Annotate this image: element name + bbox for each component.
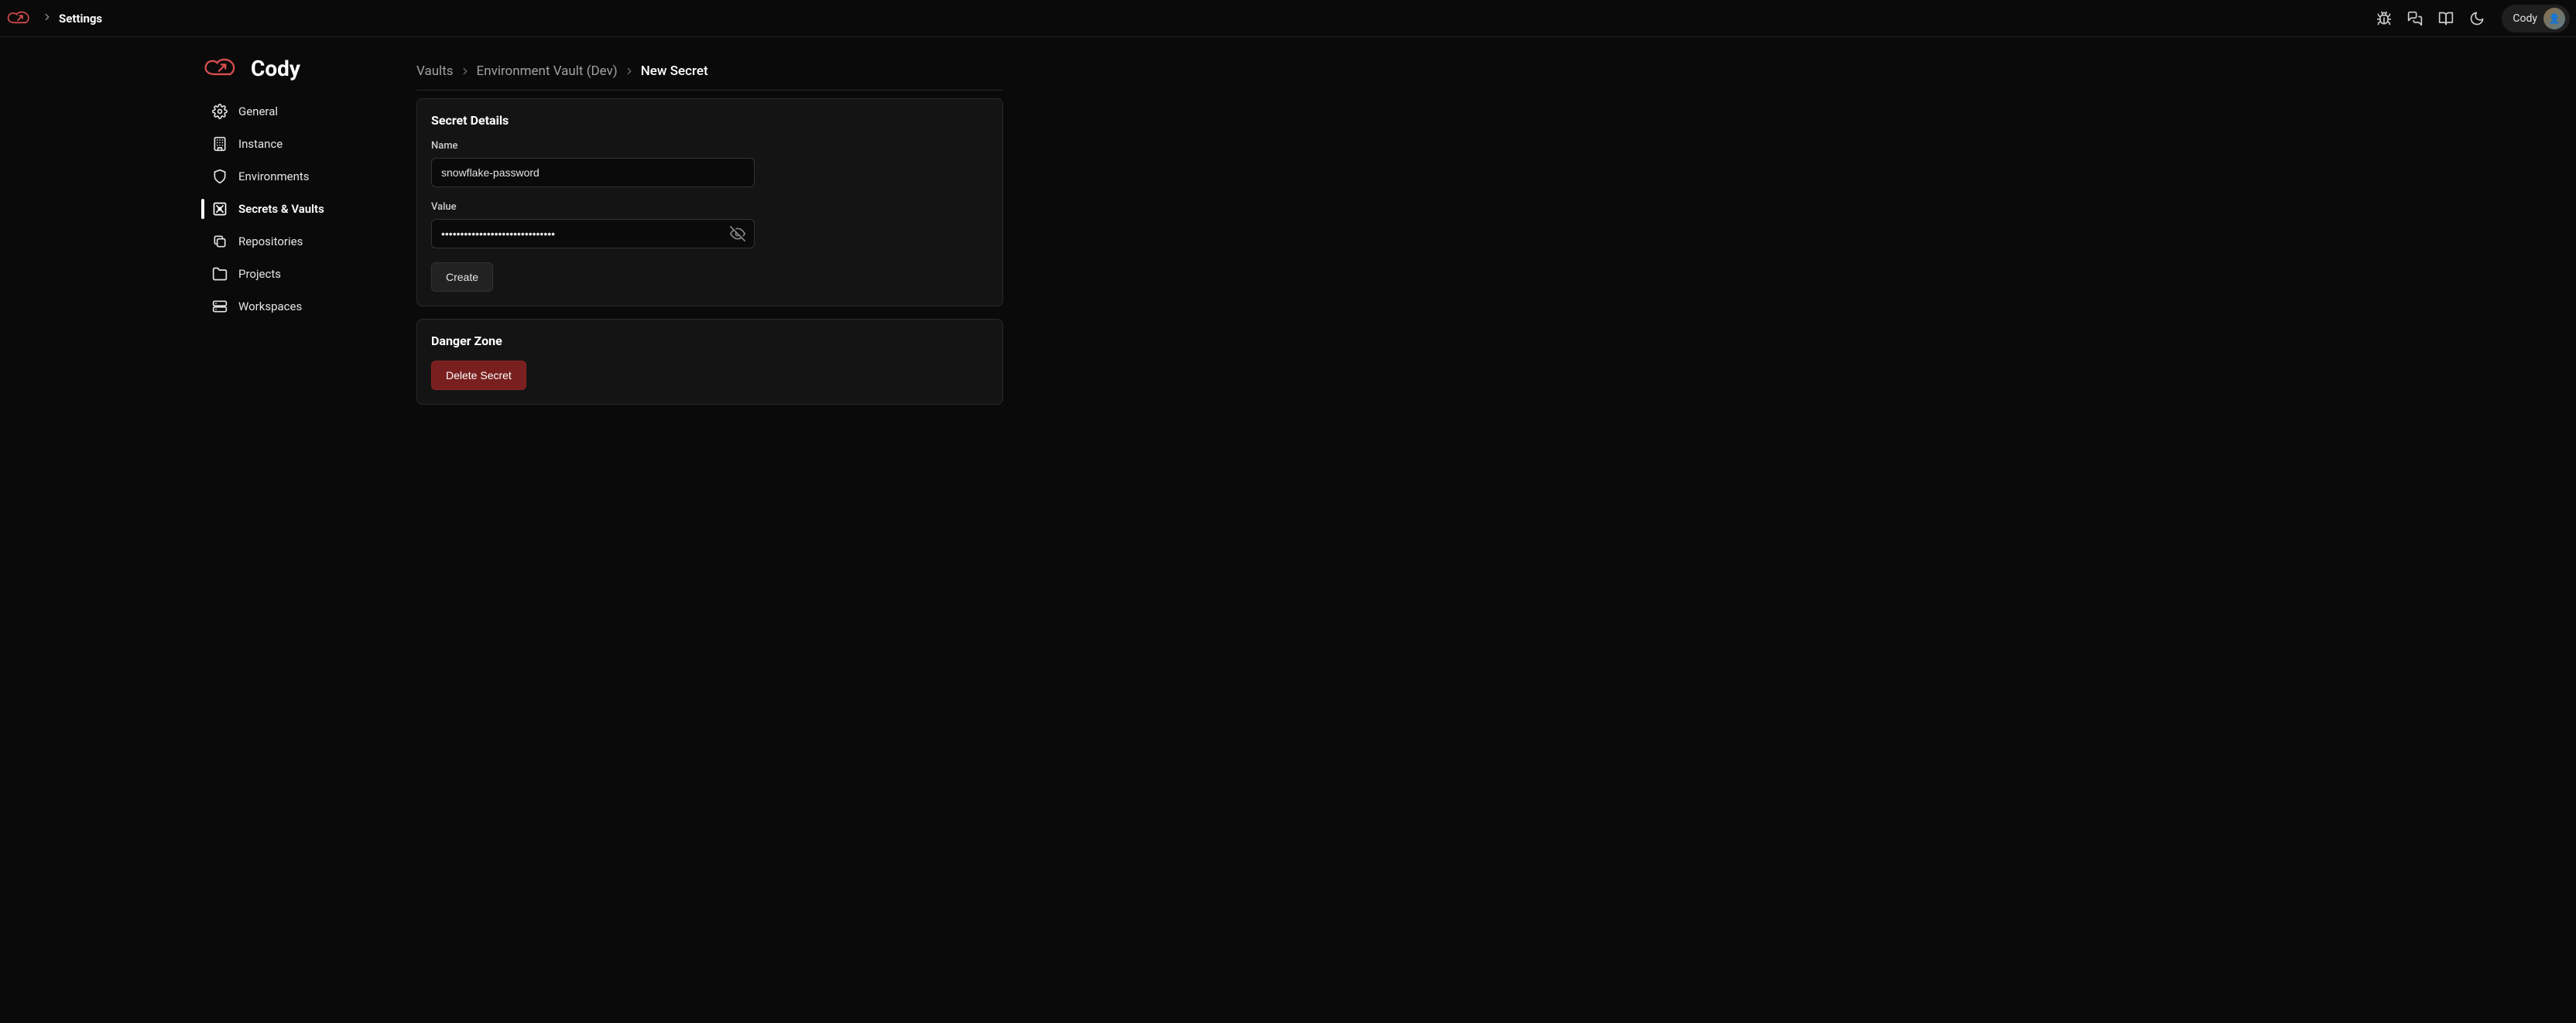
sidebar-item-projects[interactable]: Projects: [203, 258, 410, 290]
sidebar: Cody General Instance Environments Secr: [0, 56, 410, 405]
sidebar-header: Cody: [203, 56, 410, 95]
page-title: Settings: [59, 12, 102, 26]
user-name: Cody: [2513, 12, 2537, 25]
chevron-right-icon: [42, 12, 53, 26]
app-logo-icon[interactable]: [5, 8, 36, 29]
breadcrumb-link-vault[interactable]: Environment Vault (Dev): [477, 63, 618, 79]
sidebar-items: General Instance Environments Secrets & …: [203, 95, 410, 323]
name-label: Name: [431, 140, 988, 152]
create-button[interactable]: Create: [431, 262, 493, 292]
value-form-group: Value: [431, 201, 988, 248]
danger-zone-panel: Danger Zone Delete Secret: [416, 319, 1003, 405]
sidebar-item-label: General: [238, 104, 278, 118]
value-input[interactable]: [431, 219, 755, 248]
sidebar-item-repositories[interactable]: Repositories: [203, 225, 410, 258]
copy-icon: [212, 234, 228, 249]
sidebar-item-label: Environments: [238, 169, 310, 183]
secret-details-panel: Secret Details Name Value Create: [416, 98, 1003, 306]
building-icon: [212, 136, 228, 152]
vault-icon: [212, 201, 228, 217]
breadcrumb: Vaults Environment Vault (Dev) New Secre…: [416, 56, 1003, 91]
sidebar-item-instance[interactable]: Instance: [203, 128, 410, 160]
sidebar-item-label: Secrets & Vaults: [238, 202, 324, 216]
gear-icon: [212, 104, 228, 119]
avatar: 👤: [2543, 8, 2565, 29]
sidebar-item-secrets-vaults[interactable]: Secrets & Vaults: [203, 193, 410, 225]
breadcrumb-current: New Secret: [641, 63, 708, 79]
user-menu-button[interactable]: Cody 👤: [2502, 5, 2570, 33]
shield-icon: [212, 169, 228, 184]
sidebar-title: Cody: [251, 56, 300, 81]
chat-icon[interactable]: [2401, 5, 2429, 33]
server-icon: [212, 299, 228, 314]
sidebar-item-general[interactable]: General: [203, 95, 410, 128]
sidebar-item-label: Instance: [238, 137, 283, 151]
chevron-right-icon: [460, 66, 471, 77]
moon-icon[interactable]: [2463, 5, 2491, 33]
sidebar-item-environments[interactable]: Environments: [203, 160, 410, 193]
eye-off-icon[interactable]: [727, 223, 748, 245]
delete-secret-button[interactable]: Delete Secret: [431, 361, 526, 390]
folder-icon: [212, 266, 228, 282]
sidebar-item-label: Workspaces: [238, 299, 302, 313]
sidebar-item-workspaces[interactable]: Workspaces: [203, 290, 410, 323]
topbar-left: Settings: [5, 8, 102, 29]
chevron-right-icon: [624, 66, 635, 77]
name-form-group: Name: [431, 140, 988, 187]
sidebar-item-label: Repositories: [238, 234, 303, 248]
panel-title: Danger Zone: [431, 334, 988, 348]
name-input[interactable]: [431, 158, 755, 187]
topbar: Settings Cody 👤: [0, 0, 2576, 37]
value-label: Value: [431, 201, 988, 213]
breadcrumb-link-vaults[interactable]: Vaults: [416, 63, 454, 79]
book-icon[interactable]: [2432, 5, 2460, 33]
main-content: Vaults Environment Vault (Dev) New Secre…: [410, 56, 1022, 405]
page-container: Cody General Instance Environments Secr: [0, 37, 2576, 405]
panel-title: Secret Details: [431, 113, 988, 128]
bug-icon[interactable]: [2370, 5, 2398, 33]
sidebar-item-label: Projects: [238, 267, 281, 281]
topbar-right: Cody 👤: [2370, 5, 2570, 33]
sidebar-logo-icon: [203, 56, 242, 81]
